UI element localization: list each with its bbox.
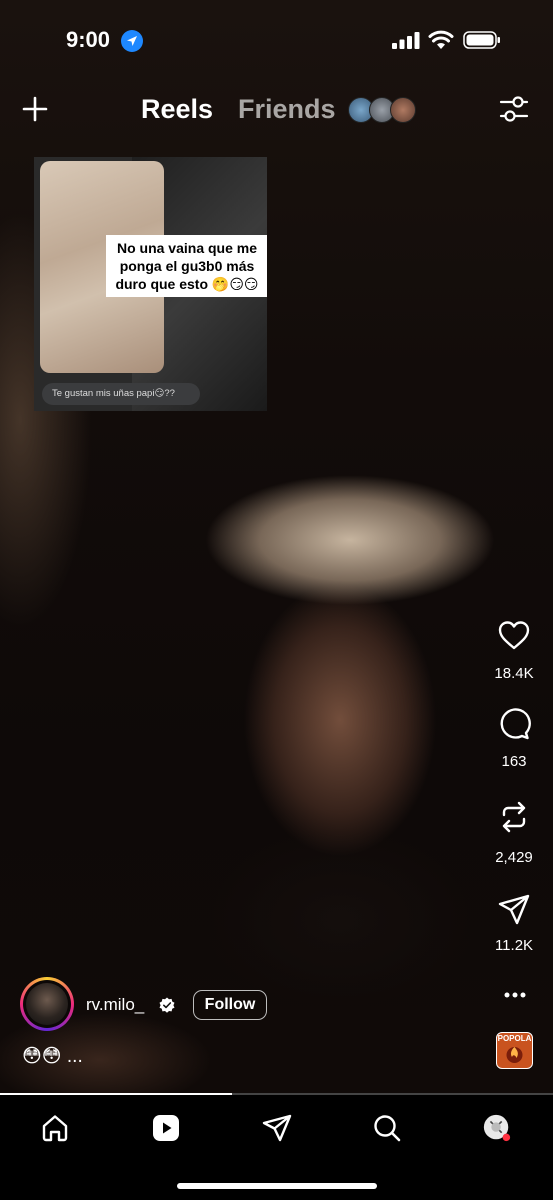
user-avatar[interactable]	[20, 977, 74, 1031]
shares-count: 11.2K	[494, 937, 534, 954]
repost-icon[interactable]	[497, 800, 531, 834]
home-indicator	[177, 1183, 377, 1189]
audio-thumbnail[interactable]: POPOLA	[496, 1032, 533, 1069]
send-messages-icon[interactable]	[262, 1113, 292, 1143]
reels-icon[interactable]	[151, 1113, 181, 1143]
caption[interactable]: 😳😳 ...	[22, 1045, 83, 1068]
wifi-icon	[428, 30, 454, 49]
tab-reels[interactable]: Reels	[141, 94, 213, 125]
flame-icon	[506, 1047, 523, 1063]
embedded-photo-card: No una vaina que me ponga el gu3b0 más d…	[34, 157, 267, 411]
avatar-border	[23, 980, 71, 1028]
status-bar: 9:00	[0, 0, 553, 70]
tab-friends[interactable]: Friends	[238, 94, 336, 125]
more-options-icon[interactable]	[504, 992, 526, 998]
search-icon[interactable]	[372, 1113, 402, 1143]
comment-icon[interactable]	[497, 707, 531, 741]
share-send-icon[interactable]	[497, 893, 531, 927]
heart-icon[interactable]	[497, 619, 531, 653]
avatar-photo	[26, 983, 68, 1025]
status-time: 9:00	[66, 27, 111, 52]
reposts-count: 2,429	[495, 849, 533, 866]
comments-count: 163	[501, 753, 527, 770]
friends-avatars[interactable]	[348, 97, 418, 123]
location-arrow-icon	[121, 30, 143, 52]
verified-badge-icon	[159, 997, 175, 1013]
username[interactable]: rv.milo_	[86, 995, 144, 1015]
likes-count: 18.4K	[494, 665, 534, 682]
cellular-signal-icon	[392, 32, 420, 49]
create-plus-icon[interactable]	[22, 96, 48, 122]
home-icon[interactable]	[40, 1113, 70, 1143]
battery-icon	[463, 31, 500, 49]
notification-dot	[502, 1133, 511, 1142]
friend-avatar	[390, 97, 416, 123]
filter-sliders-icon[interactable]	[499, 95, 529, 123]
card-overlay-text: No una vaina que me ponga el gu3b0 más d…	[106, 235, 267, 297]
follow-button[interactable]: Follow	[193, 990, 267, 1020]
profile-avatar-icon[interactable]	[482, 1113, 512, 1143]
card-message-bubble: Te gustan mis uñas papi😏??	[42, 383, 200, 405]
